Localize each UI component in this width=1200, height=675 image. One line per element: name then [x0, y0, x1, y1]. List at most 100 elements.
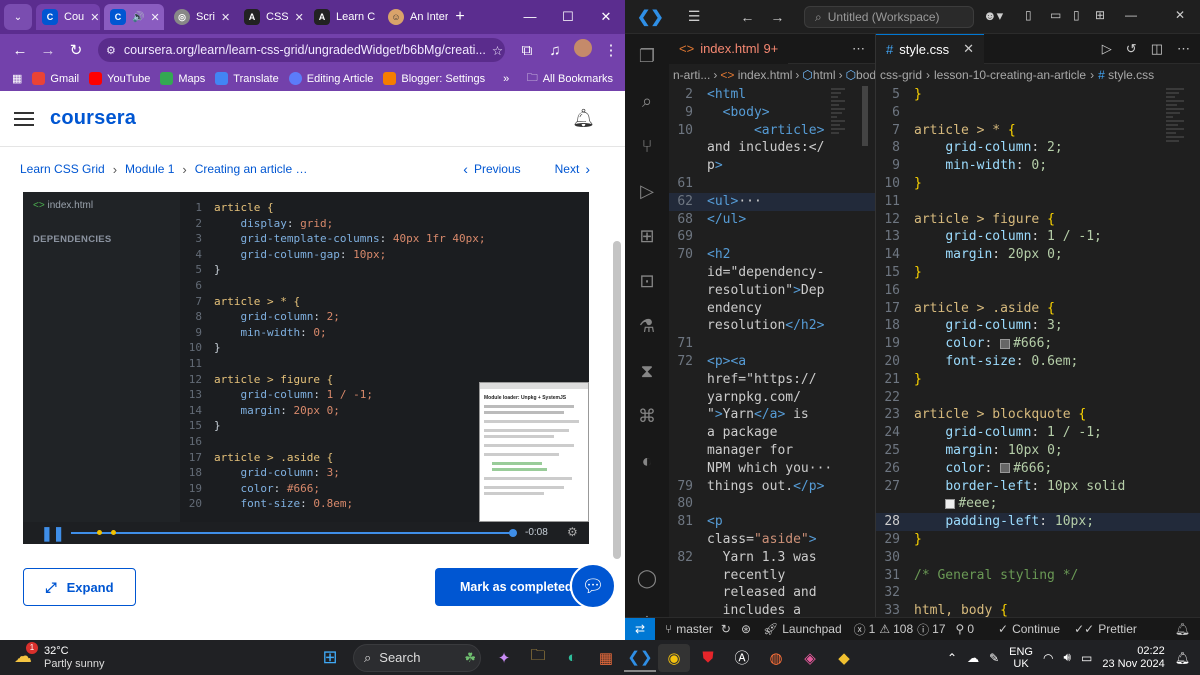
codepen-taskbar-icon[interactable]: Ⓐ [726, 644, 758, 672]
run-debug-icon[interactable]: ▷ [625, 169, 669, 214]
seek-handle[interactable] [509, 529, 517, 537]
forward-icon[interactable]: → [34, 42, 62, 59]
firefox-icon[interactable]: ◍ [760, 644, 792, 672]
tab-style-css[interactable]: # style.css ✕ [876, 33, 984, 64]
toggle-panel-icon[interactable]: ▭ [1050, 8, 1061, 22]
warning-count[interactable]: 108 [893, 622, 913, 636]
sync-icon[interactable]: ↻ [721, 622, 731, 636]
copilot-icon[interactable]: ☻▾ [983, 8, 1003, 24]
more-bookmarks[interactable]: » [503, 73, 509, 85]
back-icon[interactable]: ← [740, 9, 754, 25]
bookmark-gmail[interactable]: Gmail [32, 72, 79, 85]
visual-icon[interactable]: ⊛ [741, 622, 751, 636]
info-count[interactable]: 17 [932, 622, 945, 636]
close-icon[interactable]: ✕ [150, 11, 159, 24]
launchpad-label[interactable]: Launchpad [782, 622, 841, 636]
close-window-icon[interactable]: ✕ [587, 9, 625, 25]
vscode-taskbar-icon[interactable]: ❮❯ [624, 644, 656, 672]
notification-bell-icon[interactable]: 🔔︎ [1175, 651, 1190, 665]
battery-icon[interactable]: ▭ [1081, 651, 1092, 665]
forward-icon[interactable]: → [770, 9, 784, 25]
back-icon[interactable]: ← [6, 42, 34, 59]
wifi-icon[interactable]: ◠ [1043, 651, 1053, 665]
chrome-taskbar-icon[interactable]: ◉ [658, 643, 690, 672]
chat-icon[interactable]: 💬︎ [570, 563, 616, 609]
minimap[interactable] [1166, 86, 1184, 606]
extensions-icon[interactable]: ⊞ [625, 214, 669, 259]
minimize-icon[interactable]: — [511, 9, 549, 25]
seek-bar[interactable] [71, 530, 511, 535]
testing-icon[interactable]: ⚗ [625, 304, 669, 349]
profile-avatar[interactable] [569, 39, 597, 61]
next-button[interactable]: Next [555, 162, 580, 176]
run-icon[interactable]: ▷ [1102, 41, 1112, 57]
bookmark-star-icon[interactable]: ☆ [486, 43, 503, 58]
chevron-up-icon[interactable]: ⌃ [947, 651, 957, 665]
bookmark-blogger[interactable]: Blogger: Settings [383, 72, 485, 85]
maximize-icon[interactable]: ☐ [549, 9, 587, 25]
scrollbar-thumb[interactable] [862, 86, 868, 146]
app-icon[interactable]: ◈ [794, 644, 826, 672]
close-icon[interactable]: ✕ [295, 11, 304, 24]
edge-icon[interactable]: ◐ [556, 644, 588, 672]
tab-interview[interactable]: ☺ An Inter [382, 4, 448, 30]
speaker-icon[interactable]: 🔊︎ [1063, 650, 1071, 665]
account-icon[interactable]: ◯ [625, 556, 669, 601]
menu-icon[interactable]: ☰ [688, 8, 701, 25]
remote-explorer-icon[interactable]: ⊡ [625, 259, 669, 304]
error-count[interactable]: 1 [869, 622, 876, 636]
python-icon[interactable]: ⌘ [625, 394, 669, 439]
prettier-label[interactable]: Prettier [1098, 622, 1137, 636]
clock[interactable]: 02:22 23 Nov 2024 [1102, 645, 1164, 671]
more-actions-icon[interactable]: ⋯ [852, 41, 865, 57]
source-control-icon[interactable]: ⑂ [625, 124, 669, 169]
hamburger-icon[interactable] [14, 108, 34, 130]
mark-completed-button[interactable]: Mark as completed [435, 568, 589, 606]
windows-start-icon[interactable]: ⊞ [314, 644, 346, 672]
file-explorer-icon[interactable]: 🗀 [522, 644, 554, 672]
tab-scrimba[interactable]: ◎ Scri ✕ [168, 4, 234, 30]
url-field[interactable]: ⚙ coursera.org/learn/learn-css-grid/ungr… [98, 38, 505, 62]
continue-label[interactable]: Continue [1012, 622, 1060, 636]
copilot-icon[interactable]: ✦ [488, 644, 520, 672]
more-actions-icon[interactable]: ⋯ [1177, 41, 1190, 57]
search-icon[interactable]: ⌕ [625, 79, 669, 124]
gear-icon[interactable]: ⚙ [567, 525, 578, 539]
close-icon[interactable]: ✕ [963, 41, 974, 57]
weather-widget[interactable]: ☁ 1 32°C Partly sunny [14, 641, 164, 671]
minimap[interactable] [831, 86, 845, 606]
close-icon[interactable]: ✕ [221, 11, 230, 24]
media-icon[interactable]: ♫ [541, 42, 569, 59]
coursera-logo[interactable]: coursera [50, 107, 136, 130]
bell-icon[interactable]: 🔔︎ [572, 108, 595, 129]
extensions-icon[interactable]: ⧉ [513, 42, 541, 59]
language-indicator[interactable]: ENG UK [1009, 646, 1033, 670]
remote-icon[interactable]: ⇄ [625, 617, 655, 640]
taskbar-search[interactable]: ⌕ Search ☘ [353, 643, 481, 672]
toggle-secondary-icon[interactable]: ▯ [1073, 8, 1080, 22]
explorer-icon[interactable]: ❐ [625, 34, 669, 79]
pause-icon[interactable]: ❚❚ [41, 525, 64, 542]
cloud-icon[interactable]: ☁ [967, 651, 979, 665]
docker-icon[interactable]: ⧗ [625, 349, 669, 394]
apps-icon[interactable]: ▦ [12, 72, 22, 85]
layout-icon[interactable]: ⊞ [1095, 8, 1105, 22]
new-tab-button[interactable]: + [448, 8, 472, 26]
command-center-search[interactable]: ⌕ Untitled (Workspace) [804, 6, 974, 28]
bookmark-editing-article[interactable]: Editing Article [288, 72, 373, 85]
bookmark-translate[interactable]: Translate [215, 72, 279, 85]
git-icon[interactable]: ◆ [828, 644, 860, 672]
previous-button[interactable]: Previous [474, 162, 521, 176]
pen-icon[interactable]: ✎ [989, 651, 999, 665]
branch-label[interactable]: master [676, 622, 713, 636]
tab-css[interactable]: A CSS ✕ [238, 4, 304, 30]
expand-button[interactable]: ⤢ Expand [23, 568, 136, 606]
pdf-icon[interactable]: ⛊ [692, 644, 724, 672]
page-scrollbar[interactable] [613, 241, 621, 559]
tab-coursera-2[interactable]: C 🔊 ✕ [104, 4, 164, 30]
tab-learn[interactable]: A Learn C [308, 4, 378, 30]
close-icon[interactable]: ✕ [90, 11, 99, 24]
toggle-sidebar-icon[interactable]: ▯ [1025, 8, 1032, 22]
tab-index-html[interactable]: <> index.html 9+ [669, 33, 789, 64]
reload-icon[interactable]: ↻ [62, 41, 90, 59]
